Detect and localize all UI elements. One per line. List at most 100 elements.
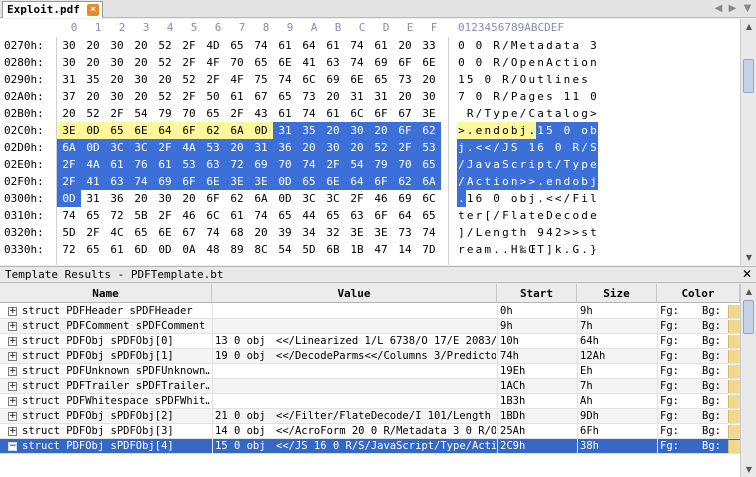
hex-byte[interactable]: 74 xyxy=(249,37,273,54)
ascii-char[interactable] xyxy=(580,37,589,54)
hex-byte[interactable]: 3C xyxy=(105,139,129,156)
ascii-char[interactable]: n xyxy=(509,173,519,190)
hex-row[interactable]: 2F 41 63 74 69 6F 6E 3E 3E 0D 65 6E 64 6F 62 6A xyxy=(57,173,446,190)
ascii-char[interactable]: C xyxy=(527,105,536,122)
ascii-char[interactable]: . xyxy=(527,122,537,139)
ascii-char[interactable]: / xyxy=(519,105,528,122)
hex-byte[interactable]: 61 xyxy=(273,105,297,122)
hex-byte[interactable]: 73 xyxy=(393,71,417,88)
hex-byte[interactable]: 4C xyxy=(105,224,129,241)
hex-byte[interactable]: 54 xyxy=(129,105,153,122)
hex-byte[interactable]: 0D xyxy=(249,122,273,139)
ascii-char[interactable] xyxy=(483,37,492,54)
hex-byte[interactable]: 20 xyxy=(129,190,153,207)
ascii-char[interactable]: e xyxy=(536,207,545,224)
ascii-char[interactable]: b xyxy=(509,122,519,139)
ascii-char[interactable] xyxy=(483,54,492,71)
ascii-char[interactable]: 0 xyxy=(492,190,501,207)
ascii-char[interactable] xyxy=(501,190,510,207)
ascii-char[interactable]: R xyxy=(571,139,581,156)
hex-byte[interactable]: 5D xyxy=(297,241,321,258)
ascii-char[interactable]: a xyxy=(519,207,528,224)
column-header-start[interactable]: Start xyxy=(497,284,577,303)
ascii-text-column[interactable]: 0 0 R / Me t a d a t a 30 0 R / Op e n Ac t i o n 1 5 0 R / O… xyxy=(448,37,598,265)
ascii-char[interactable]: } xyxy=(589,241,598,258)
ascii-char[interactable]: [ xyxy=(483,207,492,224)
ascii-char[interactable]: e xyxy=(589,207,598,224)
hex-byte[interactable]: 30 xyxy=(57,54,81,71)
ascii-char[interactable]: . xyxy=(536,190,545,207)
ascii-char[interactable] xyxy=(457,105,466,122)
ascii-char[interactable]: H xyxy=(510,241,519,258)
ascii-char[interactable]: 1 xyxy=(457,71,466,88)
ascii-char[interactable]: d xyxy=(545,37,554,54)
ascii-row[interactable]: 0 0 R / Me t a d a t a 3 xyxy=(449,37,597,54)
hex-byte[interactable]: 33 xyxy=(417,37,441,54)
hex-byte[interactable]: 54 xyxy=(273,241,297,258)
ascii-char[interactable]: e xyxy=(527,54,536,71)
ascii-char[interactable]: / xyxy=(501,37,510,54)
hex-byte[interactable]: 65 xyxy=(81,207,105,224)
hex-byte[interactable]: 30 xyxy=(417,88,441,105)
hex-byte[interactable]: 20 xyxy=(345,139,369,156)
ascii-char[interactable]: e xyxy=(545,173,554,190)
hex-byte[interactable]: 74 xyxy=(201,224,225,241)
ascii-char[interactable]: < xyxy=(483,139,493,156)
ascii-char[interactable]: M xyxy=(510,37,519,54)
scroll-up-icon[interactable]: ▲ xyxy=(741,19,756,34)
hex-byte[interactable]: 6E xyxy=(321,173,345,190)
ascii-char[interactable]: t xyxy=(563,37,572,54)
ascii-char[interactable]: . xyxy=(563,241,572,258)
ascii-row[interactable]: R / Ty p e / Ca t a l o g > xyxy=(449,105,597,122)
hex-byte[interactable]: 31 xyxy=(273,122,297,139)
ascii-char[interactable]: v xyxy=(483,156,493,173)
hex-byte[interactable]: 2F xyxy=(81,224,105,241)
hex-byte[interactable]: 0A xyxy=(177,241,201,258)
hex-byte[interactable]: 61 xyxy=(369,37,393,54)
hex-byte[interactable]: 6C xyxy=(297,71,321,88)
hex-byte[interactable]: 20 xyxy=(105,71,129,88)
ascii-char[interactable]: t xyxy=(457,207,466,224)
hex-row[interactable]: 37 20 30 20 52 2F 50 61 67 65 73 20 31 31 20 30 xyxy=(57,88,446,105)
ascii-char[interactable]: 5 xyxy=(545,122,554,139)
hex-byte[interactable]: 20 xyxy=(369,122,393,139)
ascii-char[interactable]: l xyxy=(589,190,598,207)
hex-byte[interactable]: 65 xyxy=(129,224,153,241)
ascii-char[interactable]: t xyxy=(536,71,545,88)
hex-row[interactable]: 20 52 2F 54 79 70 65 2F 43 61 74 61 6C 6F 67 3E xyxy=(57,105,446,122)
hex-row[interactable]: 74 65 72 5B 2F 46 6C 61 74 65 44 65 63 6F 64 65 xyxy=(57,207,446,224)
ascii-row[interactable]: 0 0 R / Op e n Ac t i o n xyxy=(449,54,597,71)
column-header-name[interactable]: Name xyxy=(0,284,212,303)
ascii-char[interactable]: a xyxy=(492,156,501,173)
ascii-char[interactable]: 0 xyxy=(475,54,484,71)
hex-byte[interactable]: 30 xyxy=(105,88,129,105)
ascii-char[interactable]: i xyxy=(492,173,501,190)
ascii-row[interactable]: j. < < / J S 16 0 R / S xyxy=(449,139,598,156)
ascii-char[interactable]: e xyxy=(483,224,492,241)
hex-byte[interactable]: 20 xyxy=(321,88,345,105)
color-swatch[interactable] xyxy=(728,380,740,393)
hex-byte[interactable]: 89 xyxy=(225,241,249,258)
ascii-char[interactable]: n xyxy=(492,224,501,241)
hex-byte[interactable]: 52 xyxy=(153,88,177,105)
tab-menu-icon[interactable]: ▼ xyxy=(741,2,754,15)
hex-byte[interactable]: 20 xyxy=(129,88,153,105)
hex-byte[interactable]: 2F xyxy=(153,207,177,224)
hex-byte[interactable]: 72 xyxy=(105,207,129,224)
hex-byte[interactable]: 2F xyxy=(393,139,417,156)
ascii-char[interactable]: 3 xyxy=(589,37,598,54)
ascii-char[interactable]: A xyxy=(545,54,554,71)
ascii-char[interactable]: ] xyxy=(457,224,466,241)
ascii-char[interactable]: < xyxy=(545,190,554,207)
hex-byte[interactable]: 6F xyxy=(393,122,417,139)
hex-byte[interactable]: 74 xyxy=(345,37,369,54)
ascii-char[interactable]: c xyxy=(474,173,484,190)
hex-byte[interactable]: 3C xyxy=(297,190,321,207)
hex-byte[interactable]: 20 xyxy=(81,54,105,71)
hex-byte[interactable]: 44 xyxy=(297,207,321,224)
ascii-char[interactable]: o xyxy=(580,54,589,71)
hex-byte[interactable]: 41 xyxy=(297,54,321,71)
hex-byte[interactable]: 61 xyxy=(321,37,345,54)
ascii-char[interactable]: > xyxy=(527,173,537,190)
ascii-char[interactable]: S xyxy=(501,156,510,173)
